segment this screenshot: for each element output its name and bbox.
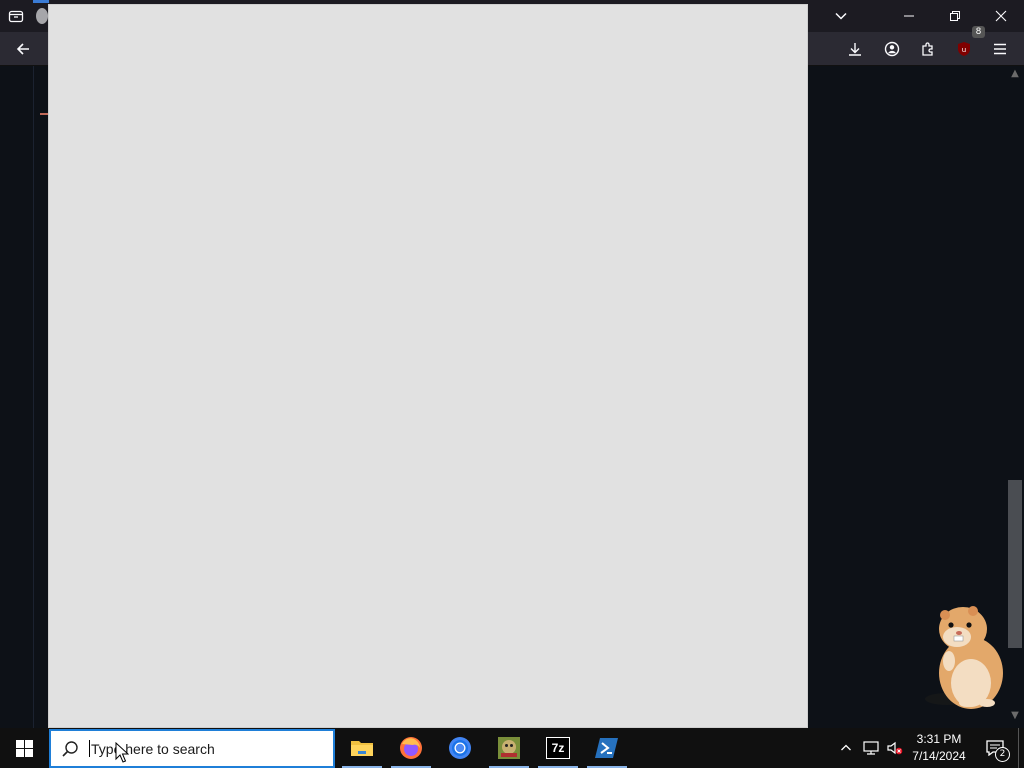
restore-button[interactable] <box>932 0 978 32</box>
system-clock[interactable]: 3:31 PM 7/14/2024 <box>906 728 972 768</box>
start-button[interactable] <box>0 728 48 768</box>
scroll-up-arrow-icon[interactable]: ▲ <box>1006 68 1024 82</box>
list-all-tabs-button[interactable] <box>828 4 854 28</box>
folder-icon <box>351 741 373 756</box>
volume-muted-icon <box>887 741 903 755</box>
desktop-screen: u 8 ▲ ▼ Type here to search 7z 3:31 PM 7… <box>0 0 1024 768</box>
chevron-up-icon <box>841 744 851 751</box>
blocked-count-badge: 8 <box>972 26 985 38</box>
account-button[interactable] <box>878 35 906 63</box>
account-icon <box>884 41 900 57</box>
minimize-icon <box>904 15 914 17</box>
app-menu-button[interactable] <box>986 35 1014 63</box>
action-center-button[interactable]: 2 <box>978 728 1012 768</box>
powershell-icon <box>595 738 618 758</box>
extensions-button[interactable] <box>914 35 942 63</box>
volume-button[interactable] <box>884 728 906 768</box>
active-tab-indicator <box>33 0 49 3</box>
ublock-origin-button[interactable]: u 8 <box>950 26 985 63</box>
show-desktop-button[interactable] <box>1018 728 1019 768</box>
hamburger-menu-icon <box>994 43 1006 55</box>
game-launcher-app[interactable] <box>485 728 533 768</box>
tab-favicon-icon[interactable] <box>36 8 48 24</box>
7zip-app[interactable]: 7z <box>534 728 582 768</box>
puzzle-piece-icon <box>922 42 933 56</box>
close-button[interactable] <box>978 0 1024 32</box>
blank-overlay-window[interactable] <box>48 4 808 728</box>
download-icon <box>849 43 861 56</box>
text-caret <box>89 740 90 757</box>
chrome-app[interactable] <box>436 728 484 768</box>
notification-count-badge: 2 <box>995 747 1010 762</box>
mouse-cursor-icon <box>115 742 129 763</box>
content-divider <box>33 66 34 728</box>
windows-taskbar: Type here to search 7z 3:31 PM 7/14/2024… <box>0 728 1024 768</box>
clock-date: 7/14/2024 <box>912 749 966 763</box>
chevron-down-icon <box>835 12 847 20</box>
taskbar-search-box[interactable]: Type here to search <box>49 729 335 768</box>
firefox-app[interactable] <box>387 728 435 768</box>
powershell-app[interactable] <box>583 728 631 768</box>
clock-time: 3:31 PM <box>916 732 962 746</box>
svg-text:u: u <box>962 46 966 54</box>
restore-icon <box>950 11 960 21</box>
windows-logo-icon <box>15 739 33 757</box>
game-launcher-icon <box>498 737 520 759</box>
tab-overview-icon <box>8 10 24 23</box>
chrome-icon <box>449 737 471 759</box>
minimize-button[interactable] <box>886 0 932 32</box>
show-hidden-icons-button[interactable] <box>836 728 856 768</box>
ublock-shield-icon: u <box>958 42 970 56</box>
firefox-icon <box>400 737 422 759</box>
file-explorer-app[interactable] <box>338 728 386 768</box>
search-placeholder: Type here to search <box>91 740 215 757</box>
search-icon <box>51 731 89 767</box>
downloads-button[interactable] <box>841 35 869 63</box>
tab-overview-button[interactable] <box>4 4 28 28</box>
close-icon <box>995 10 1007 22</box>
back-button[interactable] <box>8 35 38 63</box>
network-button[interactable] <box>860 728 882 768</box>
arrow-left-icon <box>16 43 29 55</box>
hamster-desktop-pet-icon[interactable] <box>915 603 1010 711</box>
scroll-thumb[interactable] <box>1008 480 1022 648</box>
scroll-down-arrow-icon[interactable]: ▼ <box>1006 710 1024 724</box>
7zip-label: 7z <box>551 741 565 755</box>
network-icon <box>863 741 879 755</box>
